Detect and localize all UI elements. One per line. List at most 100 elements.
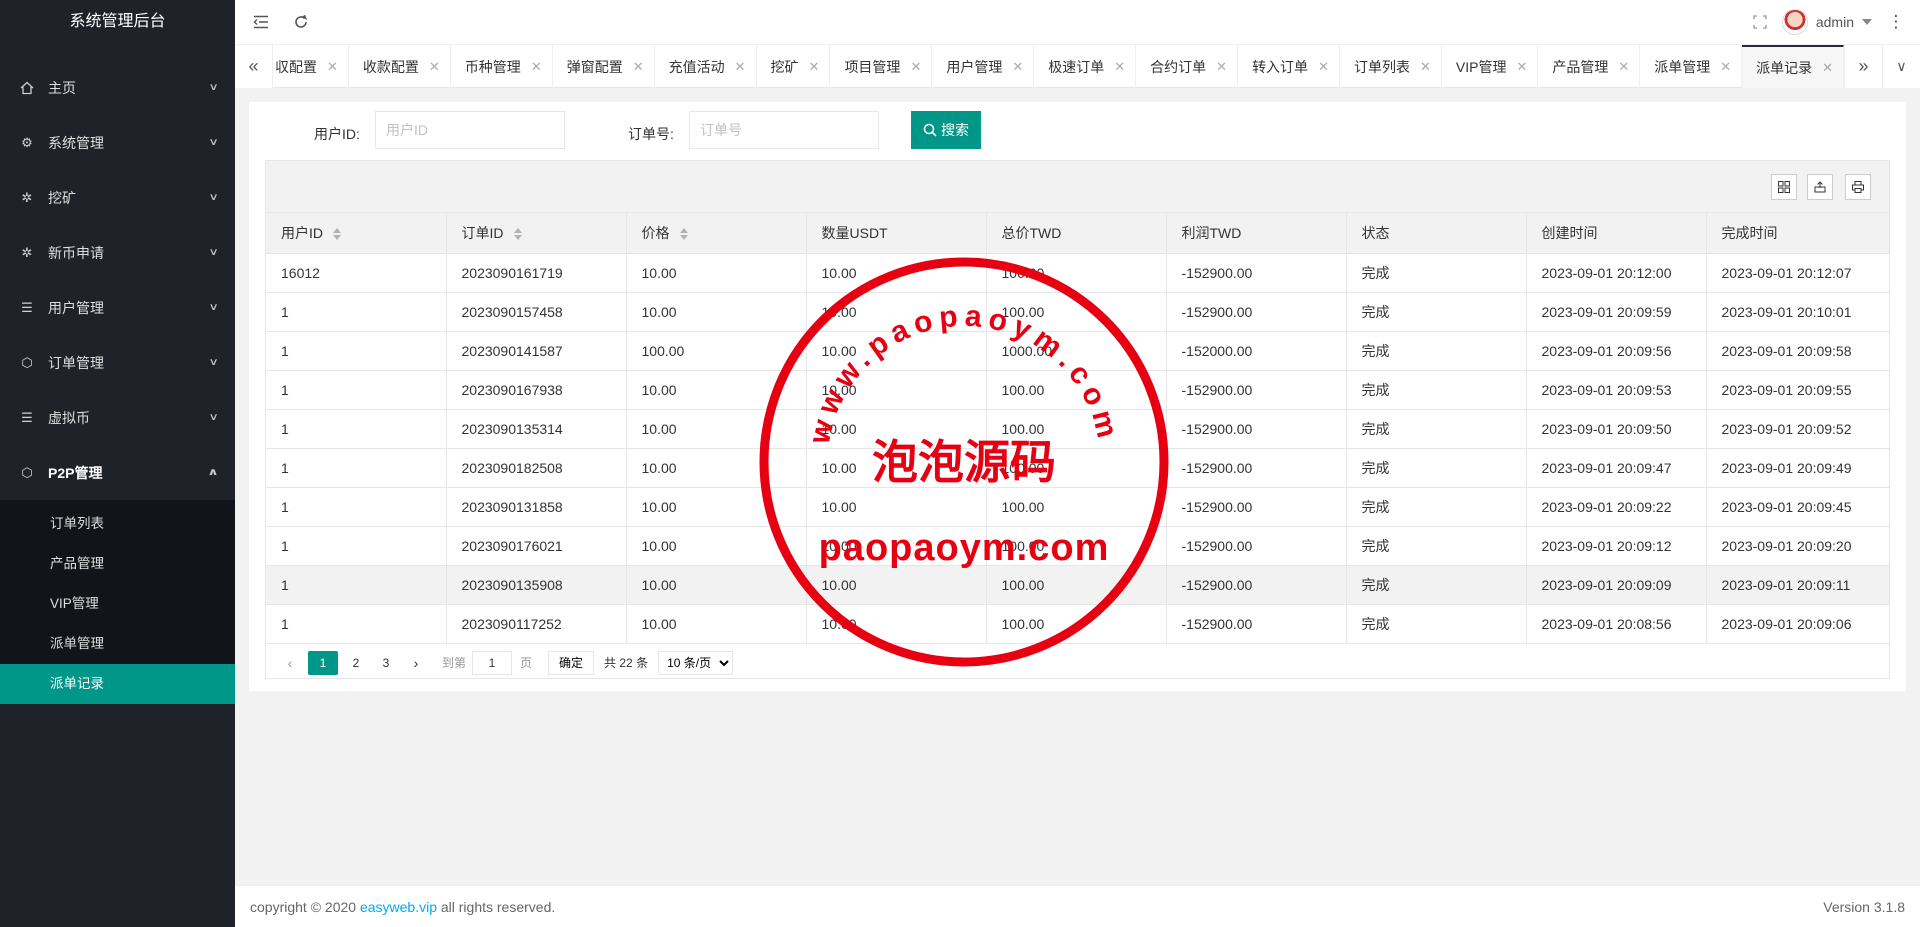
page-size-select[interactable]: 10 条/页 xyxy=(658,650,734,675)
cell-completed: 2023-09-01 20:09:58 xyxy=(1706,331,1889,371)
tabs-scroll-left-icon[interactable]: « xyxy=(235,45,273,88)
print-icon[interactable] xyxy=(1845,174,1871,200)
table-row[interactable]: 1 2023090135908 10.00 10.00 100.00 -152900.00… xyxy=(266,565,1889,605)
tab-collect-config[interactable]: 収配置 ✕ xyxy=(273,45,349,88)
tabs-dropdown-icon[interactable]: ∨ xyxy=(1882,45,1920,88)
tab-label: 充值活动 xyxy=(668,58,725,75)
columns-icon[interactable] xyxy=(1771,174,1797,200)
close-icon[interactable]: ✕ xyxy=(1012,59,1023,75)
copyright: copyright © 2020 easyweb.vip all rights … xyxy=(250,899,555,915)
footer-link[interactable]: easyweb.vip xyxy=(360,899,437,915)
tab-projects[interactable]: 项目管理 ✕ xyxy=(830,45,933,88)
close-icon[interactable]: ✕ xyxy=(1516,59,1527,75)
column-header-order-id[interactable]: 订单ID xyxy=(446,213,627,254)
sidebar-item-label: 主页 xyxy=(48,79,76,96)
tab-payment-config[interactable]: 收款配置 ✕ xyxy=(349,45,451,88)
user-id-input[interactable] xyxy=(375,111,565,149)
search-button[interactable]: 搜索 xyxy=(911,111,981,149)
tab-fast-orders[interactable]: 极速订单 ✕ xyxy=(1034,45,1137,88)
close-icon[interactable]: ✕ xyxy=(429,59,440,75)
table-header-row: 用户ID 订单ID 价格 数量USDT 总价TWD 利润TWD 状态 创建时间 … xyxy=(266,213,1889,254)
tab-contract-orders[interactable]: 合约订单 ✕ xyxy=(1136,45,1239,88)
table-row[interactable]: 1 2023090141587 100.00 10.00 1000.00 -152000.… xyxy=(266,331,1889,371)
column-header-user-id[interactable]: 用户ID xyxy=(266,213,447,254)
next-page-icon[interactable]: › xyxy=(404,651,428,675)
cell-completed: 2023-09-01 20:09:20 xyxy=(1706,526,1889,566)
tab-transfer-orders[interactable]: 转入订单 ✕ xyxy=(1238,45,1340,88)
export-icon[interactable] xyxy=(1807,174,1833,200)
table-row[interactable]: 1 2023090167938 10.00 10.00 100.00 -152900.00… xyxy=(266,370,1889,410)
close-icon[interactable]: ✕ xyxy=(1822,60,1833,76)
tab-products[interactable]: 产品管理 ✕ xyxy=(1538,45,1641,88)
sort-icon[interactable] xyxy=(333,228,341,241)
cell-status: 完成 xyxy=(1346,253,1527,293)
sidebar-item-system[interactable]: ⚙ 系统管理 ∨ xyxy=(0,115,235,170)
close-icon[interactable]: ✕ xyxy=(735,59,746,75)
table-row[interactable]: 16012 2023090161719 10.00 10.00 100.00 -15290… xyxy=(266,253,1889,293)
user-menu[interactable]: admin xyxy=(1781,0,1872,44)
sidebar-menu: 主页 ∨ ⚙ 系统管理 ∨ ✲ 挖矿 ∨ ✲ 新币申请 ∨ ☰ 用户管理 ∨ ⬡… xyxy=(0,60,235,500)
page-2[interactable]: 2 xyxy=(344,651,368,675)
refresh-icon[interactable] xyxy=(281,0,321,44)
table-row[interactable]: 1 2023090157458 10.00 10.00 100.00 -152900.00… xyxy=(266,292,1889,332)
sidebar-item-users[interactable]: ☰ 用户管理 ∨ xyxy=(0,280,235,335)
close-icon[interactable]: ✕ xyxy=(1720,59,1731,75)
prev-page-icon[interactable]: ‹ xyxy=(278,651,302,675)
page-unit-label: 页 xyxy=(520,656,533,670)
sidebar-item-orders[interactable]: ⬡ 订单管理 ∨ xyxy=(0,335,235,390)
tab-order-list[interactable]: 订单列表 ✕ xyxy=(1340,45,1442,88)
cell-total: 1000.00 xyxy=(986,331,1167,371)
table-row[interactable]: 1 2023090135314 10.00 10.00 100.00 -152900.00… xyxy=(266,409,1889,449)
tab-recharge-activity[interactable]: 充值活动 ✕ xyxy=(655,45,757,88)
cell-order-id: 2023090176021 xyxy=(446,526,627,566)
sidebar-subitem-products[interactable]: 产品管理 xyxy=(0,544,235,584)
sidebar-subitem-dispatch-manage[interactable]: 派单管理 xyxy=(0,624,235,664)
sidebar-item-p2p[interactable]: ⬡ P2P管理 ∧ xyxy=(0,445,235,500)
sidebar-item-new-coin[interactable]: ✲ 新币申请 ∨ xyxy=(0,225,235,280)
table-row[interactable]: 1 2023090176021 10.00 10.00 100.00 -152900.00… xyxy=(266,526,1889,566)
sidebar-item-virtual-coin[interactable]: ☰ 虚拟币 ∨ xyxy=(0,390,235,445)
cell-price: 10.00 xyxy=(626,370,807,410)
sidebar-subitem-dispatch-records[interactable]: 派单记录 xyxy=(0,664,235,704)
tab-users[interactable]: 用户管理 ✕ xyxy=(932,45,1035,88)
close-icon[interactable]: ✕ xyxy=(531,59,542,75)
close-icon[interactable]: ✕ xyxy=(1420,59,1431,75)
close-icon[interactable]: ✕ xyxy=(633,59,644,75)
tab-dispatch-manage[interactable]: 派单管理 ✕ xyxy=(1640,45,1743,88)
close-icon[interactable]: ✕ xyxy=(1114,59,1125,75)
goto-page-input[interactable] xyxy=(472,650,513,675)
tab-currency[interactable]: 币种管理 ✕ xyxy=(451,45,553,88)
username: admin xyxy=(1815,14,1854,30)
order-no-input[interactable] xyxy=(689,111,879,149)
sidebar-item-home[interactable]: 主页 ∨ xyxy=(0,60,235,115)
page-3[interactable]: 3 xyxy=(374,651,398,675)
tab-dispatch-records[interactable]: 派单记录 ✕ xyxy=(1742,45,1844,88)
close-icon[interactable]: ✕ xyxy=(809,59,820,75)
close-icon[interactable]: ✕ xyxy=(1318,59,1329,75)
column-header-price[interactable]: 价格 xyxy=(626,213,807,254)
close-icon[interactable]: ✕ xyxy=(1618,59,1629,75)
column-header-completed: 完成时间 xyxy=(1706,213,1889,254)
table-row[interactable]: 1 2023090117252 10.00 10.00 100.00 -152900.00… xyxy=(266,604,1889,644)
cell-profit: -152900.00 xyxy=(1166,565,1347,605)
sort-icon[interactable] xyxy=(513,228,522,241)
table-row[interactable]: 1 2023090131858 10.00 10.00 100.00 -152900.00… xyxy=(266,487,1889,527)
sidebar-subitem-vip[interactable]: VIP管理 xyxy=(0,584,235,624)
table-row[interactable]: 1 2023090182508 10.00 10.00 100.00 -152900.00… xyxy=(266,448,1889,488)
close-icon[interactable]: ✕ xyxy=(910,59,921,75)
sidebar-subitem-order-list[interactable]: 订单列表 xyxy=(0,504,235,544)
sidebar-item-mining[interactable]: ✲ 挖矿 ∨ xyxy=(0,170,235,225)
tab-mining[interactable]: 挖矿 ✕ xyxy=(757,45,831,88)
cell-created: 2023-09-01 20:09:56 xyxy=(1526,331,1707,371)
tab-popup-config[interactable]: 弹窗配置 ✕ xyxy=(553,45,655,88)
sort-icon[interactable] xyxy=(679,228,688,241)
goto-confirm-button[interactable]: 确定 xyxy=(548,650,595,675)
close-icon[interactable]: ✕ xyxy=(327,59,338,75)
collapse-sidebar-icon[interactable] xyxy=(241,0,281,44)
more-vertical-icon[interactable]: ⋮ xyxy=(1876,0,1916,44)
page-1[interactable]: 1 xyxy=(308,650,338,675)
tab-vip[interactable]: VIP管理 ✕ xyxy=(1442,45,1539,88)
fullscreen-icon[interactable] xyxy=(1740,0,1780,44)
tabs-scroll-right-icon[interactable]: » xyxy=(1844,45,1882,88)
close-icon[interactable]: ✕ xyxy=(1216,59,1227,75)
